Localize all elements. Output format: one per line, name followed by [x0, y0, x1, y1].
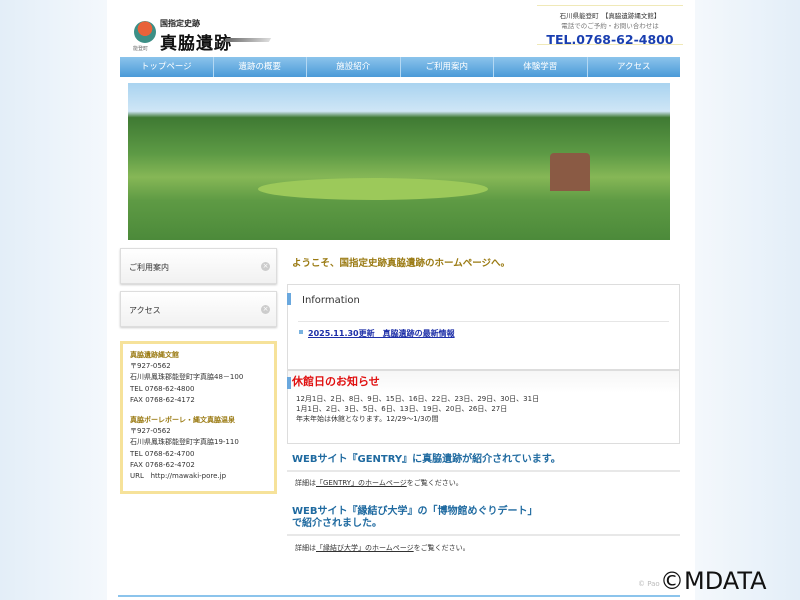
- sidebar-access-label: アクセス: [129, 306, 161, 315]
- nav-overview[interactable]: 遺跡の概要: [214, 57, 307, 77]
- detail-suffix: をご覧ください。: [413, 544, 470, 552]
- enmusubi-heading-line2: で紹介されました。: [292, 518, 382, 529]
- photo-building: [550, 153, 590, 191]
- logo-town: 能登町: [133, 46, 149, 52]
- information-title: Information: [302, 295, 360, 306]
- main-nav: トップページ 遺跡の概要 施設紹介 ご利用案内 体験学習 アクセス: [120, 57, 680, 77]
- town-emblem-icon: [134, 21, 156, 43]
- logo-name: 真脇遺跡: [160, 34, 232, 54]
- info-name: 真脇ポーレポーレ・縄文真脇温泉: [130, 416, 235, 425]
- detail-suffix: をご覧ください。: [406, 479, 463, 487]
- nav-top[interactable]: トップページ: [120, 57, 214, 77]
- enmusubi-link[interactable]: 「縁結び大学」のホームページ: [316, 544, 414, 552]
- info-zip: 〒927-0562: [130, 362, 171, 371]
- hero-photo: [128, 83, 670, 240]
- gentry-heading: WEBサイト『GENTRY』に真脇遺跡が紹介されています。: [292, 454, 561, 465]
- copyright: © Pao: [638, 580, 660, 588]
- welcome-text: ようこそ、国指定史跡真脇遺跡のホームページへ。: [292, 258, 511, 269]
- contact-tel: TEL.0768-62-4800: [546, 32, 674, 47]
- closed-days-notice: 休館日のお知らせ 12月1日、2日、8日、9日、15日、16日、22日、23日、…: [287, 370, 680, 444]
- news-link[interactable]: 2025.11.30更新 真脇遺跡の最新情報: [308, 328, 455, 339]
- gentry-detail: 詳細は「GENTRY」のホームページをご覧ください。: [295, 478, 463, 488]
- contact-box: 石川県能登町 【真脇遺跡縄文館】 電話でのご予約・お問い合わせは TEL.076…: [537, 5, 683, 47]
- gentry-link[interactable]: 「GENTRY」のホームページ: [316, 479, 407, 487]
- divider: [287, 534, 680, 536]
- heading-marker: [287, 293, 291, 305]
- enmusubi-heading-line1: WEBサイト『縁結び大学』の「博物館めぐりデート」: [292, 506, 538, 517]
- watermark: ©MDATA: [660, 567, 767, 595]
- contact-line1: 石川県能登町 【真脇遺跡縄文館】: [559, 12, 661, 20]
- url-label: URL: [130, 472, 144, 481]
- contact-info-box: 真脇遺跡縄文館 〒927-0562 石川県鳳珠郡能登町字真脇48－100 TEL…: [120, 341, 277, 494]
- nav-guide[interactable]: ご利用案内: [401, 57, 494, 77]
- divider: [298, 321, 669, 322]
- notice-title: 休館日のお知らせ: [292, 375, 380, 388]
- close-circle-icon: ×: [261, 305, 270, 314]
- heading-marker: [287, 377, 291, 389]
- enmusubi-detail: 詳細は「縁結び大学」のホームページをご覧ください。: [295, 543, 470, 553]
- notice-line: 1月1日、2日、3日、5日、6日、13日、19日、20日、26日、27日: [296, 405, 508, 413]
- site-logo[interactable]: 能登町 国指定史跡 真脇遺跡: [130, 15, 275, 55]
- nav-access[interactable]: アクセス: [588, 57, 681, 77]
- pore-url-link[interactable]: http://mawaki-pore.jp: [151, 472, 226, 480]
- info-addr: 石川県鳳珠郡能登町字真脇48－100: [130, 373, 244, 382]
- bullet-icon: [299, 330, 303, 334]
- detail-prefix: 詳細は: [295, 544, 316, 552]
- nav-facilities[interactable]: 施設紹介: [307, 57, 401, 77]
- nav-experience[interactable]: 体験学習: [494, 57, 588, 77]
- info-tel: TEL 0768-62-4700: [130, 449, 195, 458]
- info-tel: TEL 0768-62-4800: [130, 384, 195, 393]
- sidebar-guide-label: ご利用案内: [129, 263, 169, 272]
- info-name: 真脇遺跡縄文館: [130, 351, 179, 359]
- logo-subtitle: 国指定史跡: [160, 19, 200, 28]
- photo-field: [258, 178, 488, 200]
- sidebar-access-button[interactable]: アクセス ×: [120, 291, 277, 327]
- footer-line: [118, 595, 680, 597]
- notice-line: 12月1日、2日、8日、9日、15日、16日、22日、23日、29日、30日、3…: [296, 395, 540, 403]
- detail-prefix: 詳細は: [295, 479, 316, 487]
- sidebar-guide-button[interactable]: ご利用案内 ×: [120, 248, 277, 284]
- logo-swoosh: [223, 38, 272, 42]
- contact-line2: 電話でのご予約・お問い合わせは: [561, 22, 659, 30]
- divider: [287, 470, 680, 472]
- notice-line: 年末年始は休館となります。12/29～1/3の間: [296, 415, 439, 423]
- info-fax: FAX 0768-62-4172: [130, 395, 195, 404]
- information-box: Information 2025.11.30更新 真脇遺跡の最新情報: [287, 284, 680, 370]
- info-zip: 〒927-0562: [130, 427, 171, 436]
- close-circle-icon: ×: [261, 262, 270, 271]
- info-fax: FAX 0768-62-4702: [130, 460, 195, 469]
- enmusubi-heading: WEBサイト『縁結び大学』の「博物館めぐりデート」 で紹介されました。: [292, 506, 537, 530]
- info-addr: 石川県鳳珠郡能登町字真脇19-110: [130, 438, 239, 447]
